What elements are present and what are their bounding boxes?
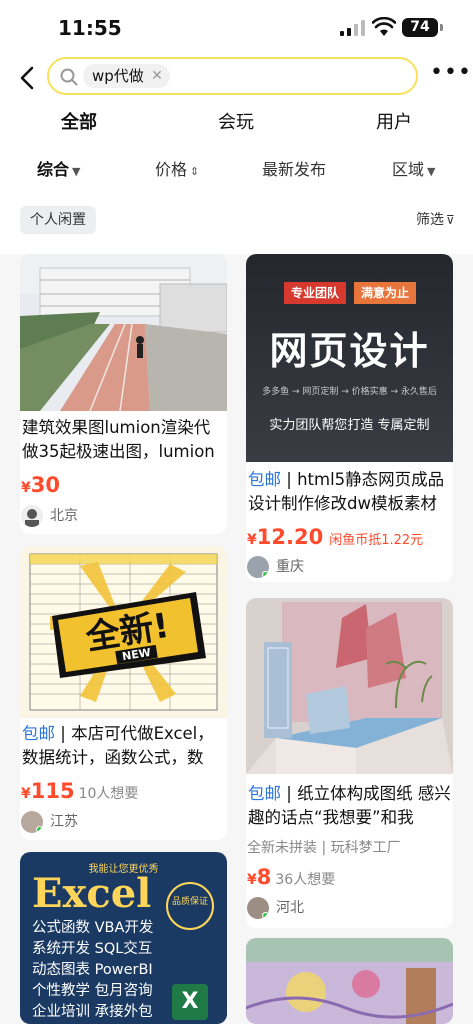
wifi-icon — [372, 17, 396, 36]
result-tabs: 全部 会玩 用户 — [0, 109, 473, 141]
product-image: 我能让您更优秀 Excel 品质保证 公式函数 VBA开发 系统开发 SQL交互… — [20, 852, 227, 1024]
product-price: ¥8 36人想要 — [247, 865, 336, 889]
product-card[interactable]: 建筑效果图lumion渲染代做35起极速出图，lumion ¥30 北京 — [20, 254, 227, 534]
avatar — [21, 811, 43, 833]
more-options-icon[interactable]: ••• — [430, 62, 471, 86]
product-attributes: 全新未拼装 | 玩科梦工厂 — [247, 840, 401, 856]
poster-badge: 满意为止 — [354, 282, 417, 304]
seller-location: 北京 — [50, 508, 78, 524]
product-card[interactable] — [246, 938, 453, 1024]
poster-services: 公式函数 VBA开发 系统开发 SQL交互 动态图表 PowerBI 个性教学 … — [32, 920, 154, 1020]
search-query-chip[interactable]: wp代做 ✕ — [83, 64, 170, 88]
chevron-down-icon: ▼ — [427, 165, 436, 178]
product-card[interactable]: 专业团队 满意为止 网页设计 多多鱼 → 网页定制 → 价格实惠 → 永久售后 … — [246, 254, 453, 582]
avatar — [247, 556, 269, 578]
filter-chip-row: 个人闲置 筛选 ⊽ — [0, 204, 473, 238]
poster-word: Excel — [32, 870, 152, 917]
seller-location: 重庆 — [276, 559, 304, 575]
product-title: 包邮 | 本店可代做Excel，数据统计，函数公式，数 — [22, 724, 214, 767]
cellular-signal-icon — [340, 20, 365, 36]
avatar — [247, 897, 269, 919]
product-card[interactable]: 包邮 | 纸立体构成图纸 感兴趣的话点“我想要”和我 全新未拼装 | 玩科梦工厂… — [246, 598, 453, 928]
tab-play[interactable]: 会玩 — [218, 109, 254, 137]
product-price: ¥12.20 闲鱼币抵1.22元 — [247, 525, 424, 549]
decorative-image — [246, 938, 453, 1024]
product-image: 专业团队 满意为止 网页设计 多多鱼 → 网页定制 → 价格实惠 → 永久售后 … — [246, 254, 453, 462]
filter-price[interactable]: 价格 ⇕ — [155, 156, 199, 186]
back-arrow-icon[interactable] — [16, 64, 40, 92]
product-title: 建筑效果图lumion渲染代做35起极速出图，lumion — [22, 418, 215, 461]
chevron-down-icon: ▼ — [72, 165, 81, 178]
seller-location: 江苏 — [50, 814, 78, 830]
battery-cap — [440, 24, 443, 31]
sort-filters: 综合 ▼ 价格 ⇕ 最新发布 区域 ▼ — [0, 156, 473, 186]
want-count: 10人想要 — [78, 786, 139, 802]
coin-discount: 闲鱼币抵1.22元 — [329, 533, 424, 548]
product-price: ¥115 10人想要 — [21, 779, 139, 803]
clear-query-icon[interactable]: ✕ — [151, 64, 163, 88]
free-shipping-tag: 包邮 — [248, 784, 281, 803]
poster-heading: 网页设计 — [269, 329, 430, 373]
product-card[interactable]: 全新! NEW 包邮 | 本店可代做Excel，数据统计，函数公式，数 ¥115… — [20, 546, 227, 840]
excel-logo-icon: X — [172, 984, 208, 1020]
tab-all[interactable]: 全部 — [61, 109, 97, 137]
paper-popup-image — [246, 598, 453, 774]
search-header: wp代做 ✕ ••• 全部 会玩 用户 综合 ▼ 价格 ⇕ 最新发布 区域 ▼ 个人闲… — [0, 54, 473, 254]
status-time: 11:55 — [58, 16, 122, 40]
personal-idle-chip[interactable]: 个人闲置 — [20, 206, 96, 234]
product-title: 包邮 | 纸立体构成图纸 感兴趣的话点“我想要”和我 — [248, 784, 451, 827]
quality-seal: 品质保证 — [166, 882, 214, 930]
poster-subtext: 多多鱼 → 网页定制 → 价格实惠 → 永久售后 — [262, 387, 437, 397]
search-bar[interactable]: wp代做 ✕ — [47, 57, 418, 95]
architecture-render-image — [20, 254, 227, 411]
seller-location: 河北 — [276, 900, 304, 916]
product-price: ¥30 — [21, 473, 60, 497]
free-shipping-tag: 包邮 — [22, 724, 55, 743]
want-count: 36人想要 — [275, 872, 336, 888]
sort-updown-icon: ⇕ — [190, 165, 200, 178]
filter-newest[interactable]: 最新发布 — [262, 156, 326, 184]
poster-badge: 专业团队 — [284, 282, 347, 304]
avatar — [21, 505, 43, 527]
product-image — [246, 598, 453, 774]
search-query-text: wp代做 — [92, 67, 144, 85]
funnel-icon: ⊽ — [446, 213, 455, 227]
product-title: 包邮 | html5静态网页成品设计制作修改dw模板素材 — [248, 470, 445, 513]
status-bar: 11:55 74 — [0, 0, 473, 54]
tab-users[interactable]: 用户 — [376, 109, 412, 137]
screen-filter-button[interactable]: 筛选 ⊽ — [416, 206, 455, 234]
battery-icon: 74 — [402, 18, 438, 37]
product-image: 全新! NEW — [20, 546, 227, 718]
search-icon — [60, 68, 78, 86]
product-image — [246, 938, 453, 1024]
product-card[interactable]: 我能让您更优秀 Excel 品质保证 公式函数 VBA开发 系统开发 SQL交互… — [20, 852, 227, 1024]
product-image — [20, 254, 227, 411]
free-shipping-tag: 包邮 — [248, 470, 281, 489]
poster-slogan: 实力团队帮您打造 专属定制 — [269, 418, 430, 433]
filter-region[interactable]: 区域 ▼ — [392, 156, 435, 186]
filter-overall[interactable]: 综合 ▼ — [37, 156, 80, 186]
